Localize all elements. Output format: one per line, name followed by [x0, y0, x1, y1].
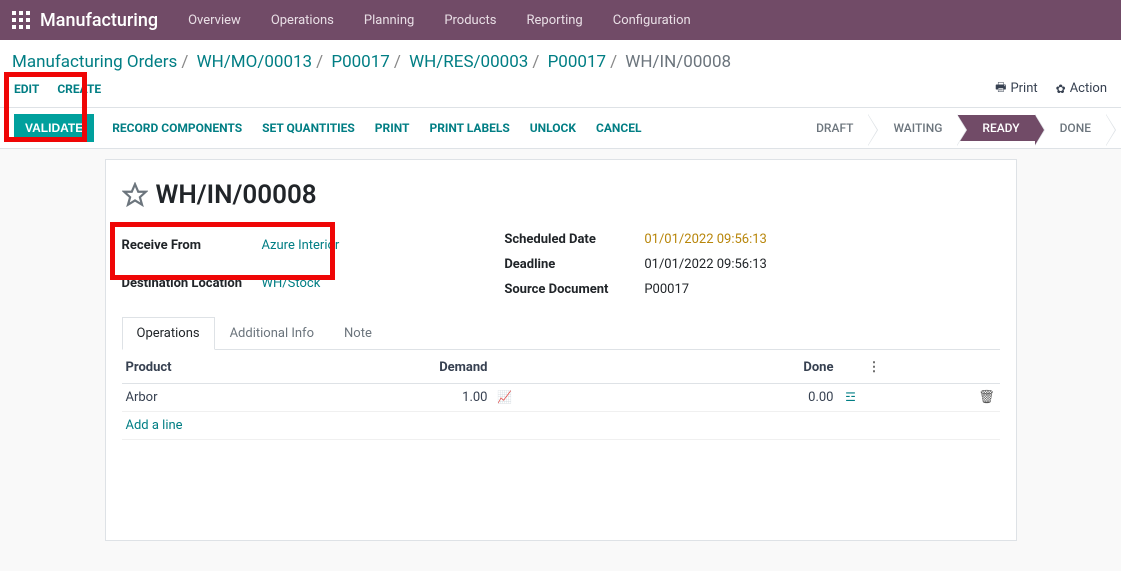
- forecast-icon-cell[interactable]: 📈: [492, 384, 518, 412]
- trash-icon: 🗑: [978, 390, 995, 405]
- th-demand: Demand: [303, 352, 492, 384]
- tabs: Operations Additional Info Note: [122, 317, 1000, 350]
- breadcrumb-item[interactable]: Manufacturing Orders: [12, 52, 177, 72]
- menu-products[interactable]: Products: [444, 13, 496, 28]
- list-icon: ☲: [845, 390, 856, 404]
- print-labels-button[interactable]: PRINT LABELS: [429, 121, 509, 135]
- th-list: [838, 352, 864, 384]
- operations-table: Product Demand Done ⋮ Arbor 1.00 📈 0.00 …: [122, 352, 1000, 440]
- breadcrumb-item[interactable]: WH/MO/00013: [197, 52, 313, 72]
- breadcrumb-item[interactable]: P00017: [548, 52, 607, 72]
- breadcrumb-sep: /: [394, 52, 401, 72]
- print-dropdown[interactable]: 🖶 Print: [995, 78, 1038, 99]
- th-product: Product: [122, 352, 303, 384]
- th-done: Done: [518, 352, 838, 384]
- validate-button[interactable]: VALIDATE: [14, 114, 94, 142]
- dest-location-value[interactable]: WH/Stock: [262, 276, 340, 291]
- add-line[interactable]: Add a line: [122, 412, 1000, 440]
- breadcrumb-sep: /: [532, 52, 539, 72]
- tab-operations[interactable]: Operations: [122, 317, 215, 350]
- form-background: WH/IN/00008 Receive From Azure Interior …: [0, 149, 1121, 571]
- th-graph: [492, 352, 518, 384]
- menu-configuration[interactable]: Configuration: [613, 13, 691, 28]
- topbar: Manufacturing Overview Operations Planni…: [0, 0, 1121, 40]
- action-label: Action: [1070, 81, 1107, 96]
- cell-done: 0.00: [518, 384, 838, 412]
- tab-additional-info[interactable]: Additional Info: [215, 317, 329, 350]
- printer-icon: 🖶: [995, 78, 1006, 99]
- breadcrumb-current: WH/IN/00008: [625, 52, 731, 72]
- form-sheet: WH/IN/00008 Receive From Azure Interior …: [105, 159, 1017, 541]
- cell-product: Arbor: [122, 384, 303, 412]
- app-title[interactable]: Manufacturing: [40, 10, 158, 31]
- star-icon[interactable]: [122, 182, 148, 208]
- title-row: WH/IN/00008: [122, 180, 1000, 210]
- deadline-value: 01/01/2022 09:56:13: [644, 257, 767, 272]
- menu-reporting[interactable]: Reporting: [527, 13, 583, 28]
- scheduled-date-label: Scheduled Date: [504, 232, 644, 247]
- dest-location-label: Destination Location: [122, 276, 262, 291]
- menu-planning[interactable]: Planning: [364, 13, 414, 28]
- top-menu: Overview Operations Planning Products Re…: [188, 13, 691, 28]
- source-doc-value: P00017: [644, 282, 767, 297]
- receive-from-label: Receive From: [122, 238, 262, 253]
- cell-spacer: [864, 384, 974, 412]
- fields-left: Receive From Azure Interior Destination …: [122, 232, 340, 297]
- buttons-row: VALIDATE RECORD COMPONENTS SET QUANTITIE…: [0, 107, 1121, 149]
- details-icon-cell[interactable]: ☲: [838, 384, 864, 412]
- cell-demand: 1.00: [303, 384, 492, 412]
- fields-right: Scheduled Date 01/01/2022 09:56:13 Deadl…: [504, 232, 767, 297]
- breadcrumb-sep: /: [181, 52, 188, 72]
- scheduled-date-value: 01/01/2022 09:56:13: [644, 232, 767, 247]
- record-components-button[interactable]: RECORD COMPONENTS: [112, 121, 242, 135]
- status-ready[interactable]: READY: [958, 115, 1035, 141]
- print-button[interactable]: PRINT: [375, 121, 410, 135]
- cancel-button[interactable]: CANCEL: [596, 121, 641, 135]
- graph-icon: 📈: [497, 390, 512, 404]
- edit-button[interactable]: EDIT: [14, 82, 39, 96]
- th-trash: [974, 352, 1000, 384]
- create-button[interactable]: CREATE: [57, 82, 101, 96]
- breadcrumb-sep: /: [316, 52, 323, 72]
- actions-row: EDIT CREATE 🖶 Print ✿ Action: [0, 76, 1121, 107]
- delete-row-cell[interactable]: 🗑: [974, 384, 1000, 412]
- spacer: [122, 440, 1000, 520]
- deadline-label: Deadline: [504, 257, 644, 272]
- source-doc-label: Source Document: [504, 282, 644, 297]
- th-optional[interactable]: ⋮: [864, 352, 974, 384]
- action-dropdown[interactable]: ✿ Action: [1056, 81, 1107, 96]
- print-label: Print: [1010, 81, 1037, 96]
- breadcrumb-item[interactable]: P00017: [331, 52, 390, 72]
- apps-icon[interactable]: [12, 11, 30, 29]
- status-waiting[interactable]: WAITING: [869, 115, 958, 141]
- menu-operations[interactable]: Operations: [271, 13, 334, 28]
- gear-icon: ✿: [1056, 82, 1066, 96]
- table-row[interactable]: Arbor 1.00 📈 0.00 ☲ 🗑: [122, 384, 1000, 412]
- add-line-row[interactable]: Add a line: [122, 412, 1000, 440]
- table-header-row: Product Demand Done ⋮: [122, 352, 1000, 384]
- unlock-button[interactable]: UNLOCK: [530, 121, 576, 135]
- status-draft[interactable]: DRAFT: [802, 115, 869, 141]
- receive-from-value[interactable]: Azure Interior: [262, 238, 340, 253]
- tab-note[interactable]: Note: [329, 317, 387, 350]
- breadcrumb: Manufacturing Orders/ WH/MO/00013/ P0001…: [0, 40, 1121, 76]
- breadcrumb-item[interactable]: WH/RES/00003: [409, 52, 528, 72]
- fields-area: Receive From Azure Interior Destination …: [122, 232, 1000, 297]
- page-title: WH/IN/00008: [156, 180, 317, 210]
- breadcrumb-sep: /: [610, 52, 617, 72]
- status-done[interactable]: DONE: [1036, 115, 1107, 141]
- menu-overview[interactable]: Overview: [188, 13, 241, 28]
- set-quantities-button[interactable]: SET QUANTITIES: [262, 121, 355, 135]
- status-bar: DRAFT WAITING READY DONE: [802, 115, 1107, 141]
